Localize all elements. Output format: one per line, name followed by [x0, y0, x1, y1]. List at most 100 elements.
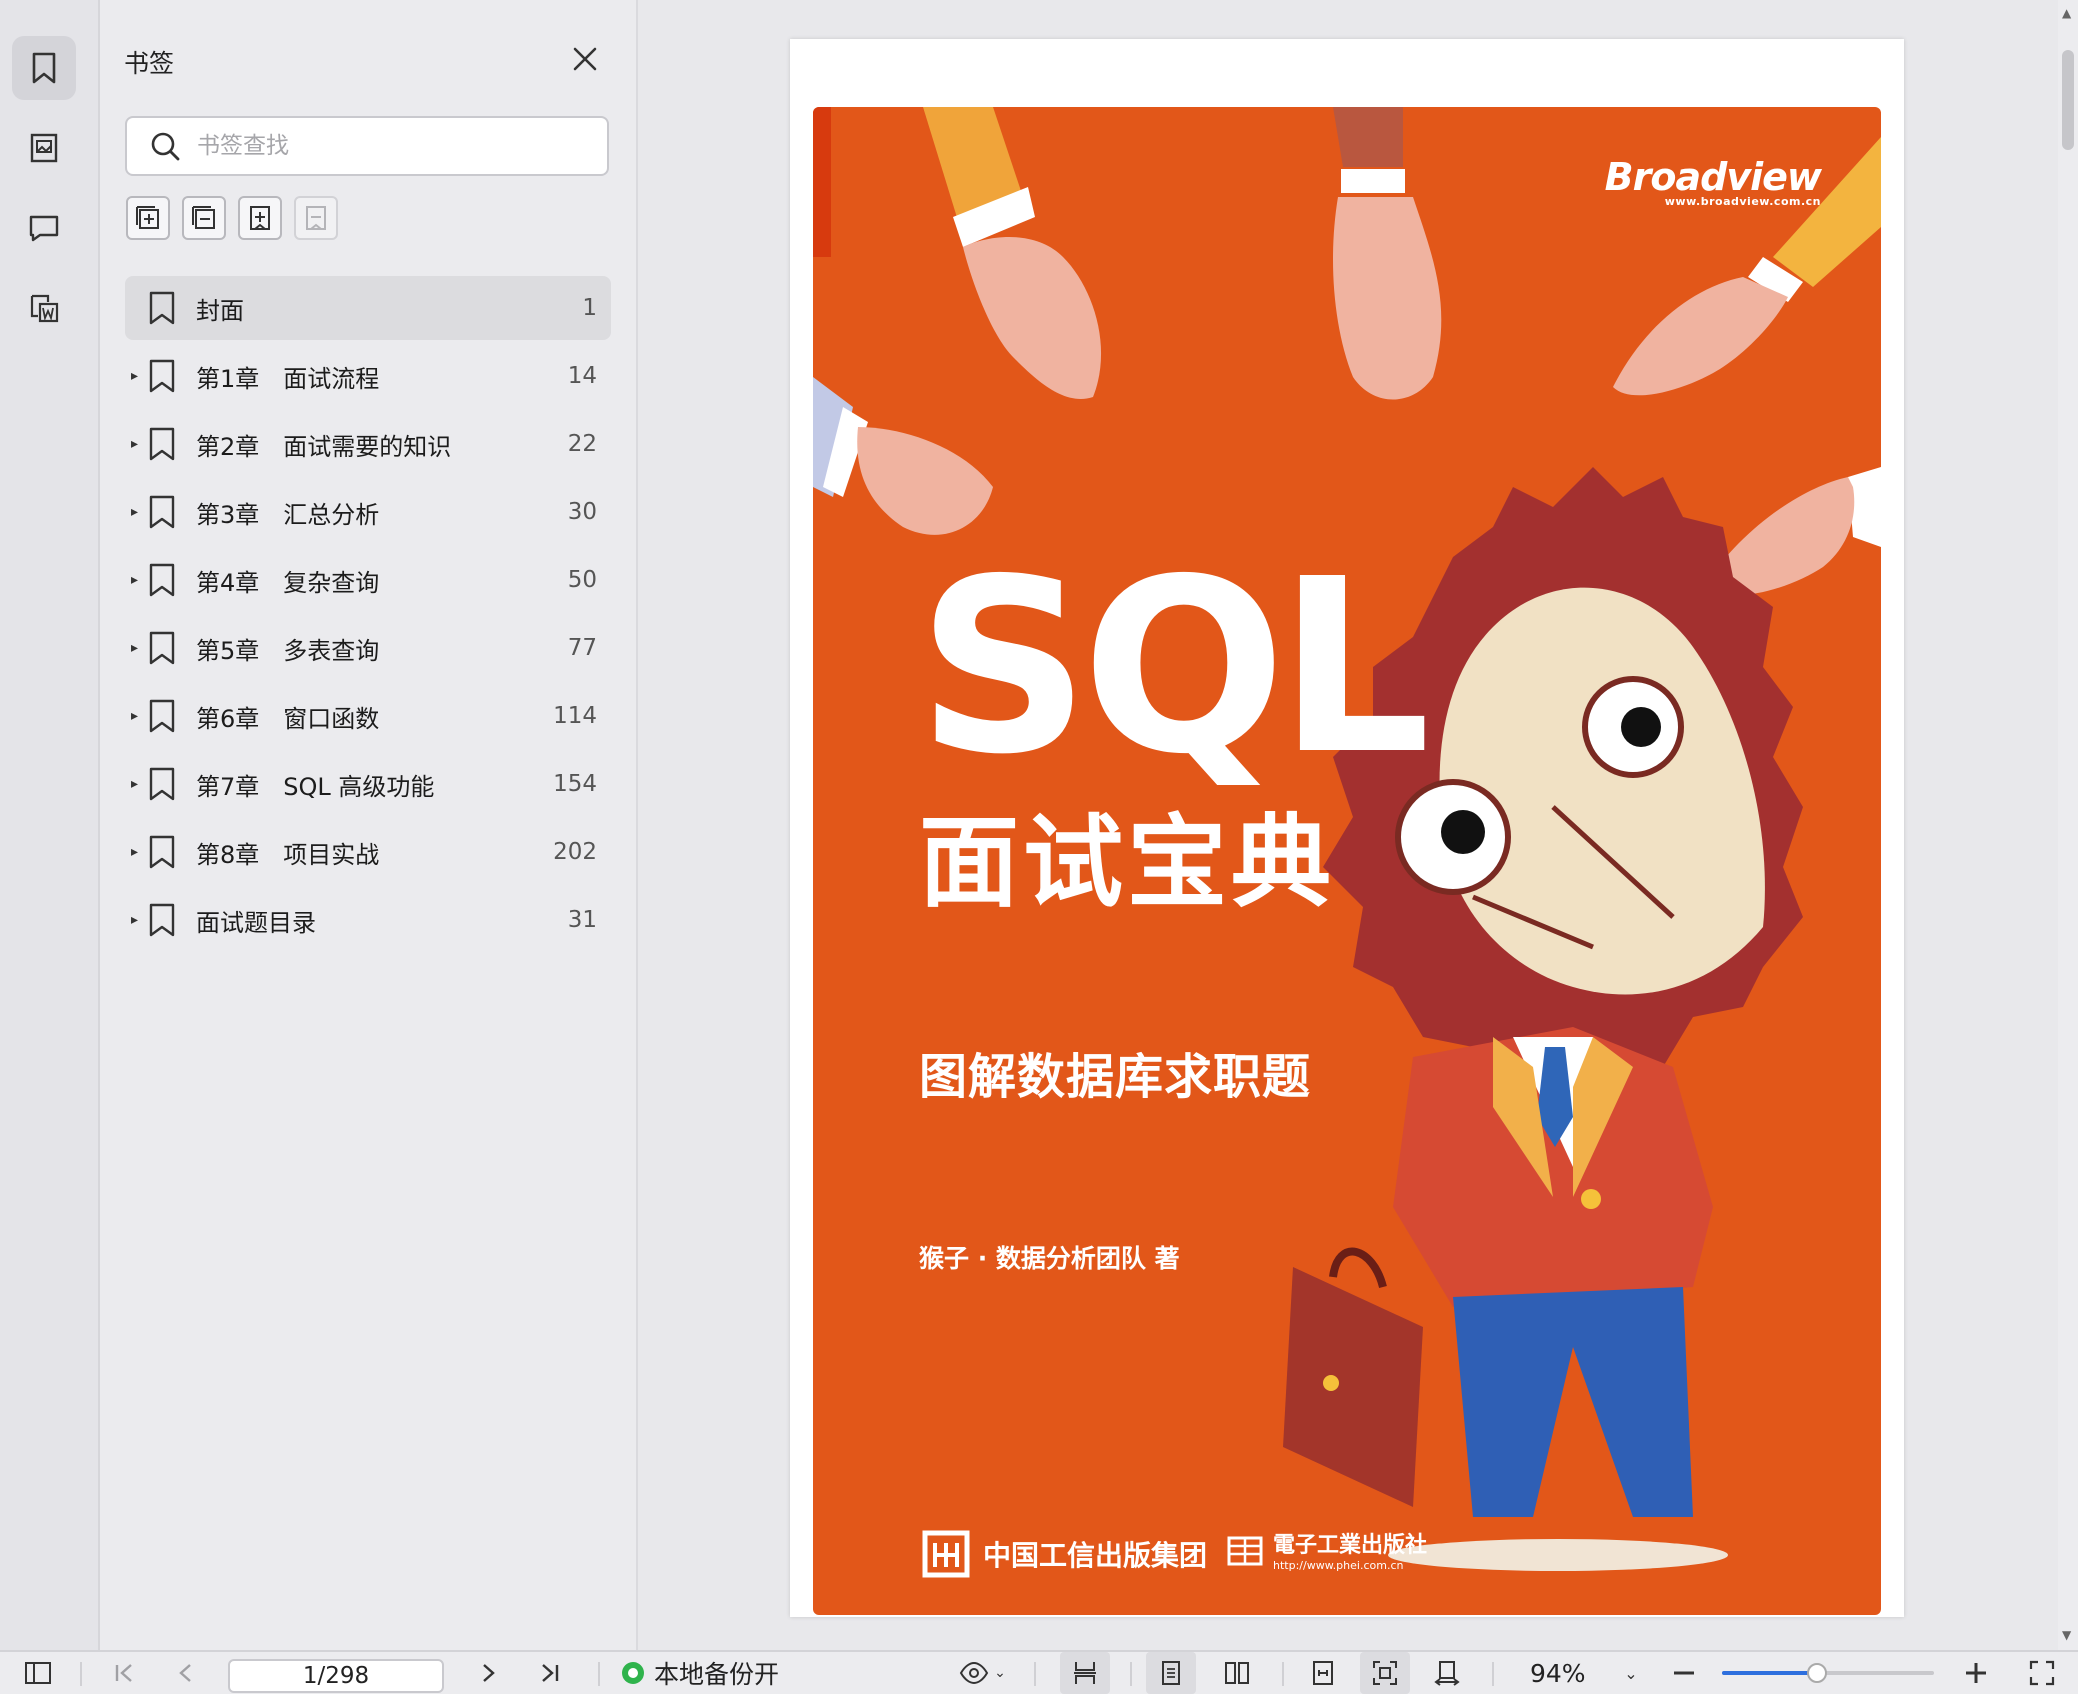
fit-page-button[interactable] — [1360, 1652, 1410, 1694]
fit-width-button[interactable] — [1298, 1652, 1348, 1694]
bookmark-item[interactable]: 封面 1 — [125, 276, 611, 340]
zoom-dropdown-button[interactable]: ⌄ — [1616, 1652, 1646, 1694]
expand-caret-icon[interactable]: ▸ — [131, 776, 143, 792]
bookmark-label: 第2章 面试需要的知识 — [196, 432, 452, 461]
convert-word-icon — [30, 294, 59, 323]
zoom-out-button[interactable] — [1666, 1652, 1702, 1694]
expand-caret-icon[interactable]: ▸ — [131, 504, 143, 520]
continuous-scroll-button[interactable] — [1060, 1652, 1110, 1694]
first-page-button[interactable] — [104, 1652, 144, 1694]
bookmark-page-number: 154 — [553, 771, 597, 797]
zoom-slider-knob[interactable] — [1807, 1663, 1828, 1683]
bookmark-item[interactable]: ▸ 第1章 面试流程 14 — [125, 344, 611, 408]
bookmark-page-number: 114 — [553, 703, 597, 729]
expand-caret-icon[interactable]: ▸ — [131, 844, 143, 860]
bookmark-icon — [149, 563, 175, 597]
rotate-page-button[interactable] — [1422, 1652, 1472, 1694]
expand-caret-icon[interactable]: ▸ — [131, 912, 143, 928]
rail-bookmarks-button[interactable] — [12, 36, 76, 100]
first-page-icon — [115, 1664, 132, 1682]
scroll-up-arrow-icon[interactable]: ▲ — [2062, 6, 2071, 20]
bookmark-icon — [149, 291, 175, 325]
comment-icon — [29, 215, 59, 242]
bookmark-item[interactable]: ▸ 第6章 窗口函数 114 — [125, 684, 611, 748]
rail-convert-button[interactable] — [12, 276, 76, 340]
bookmark-item[interactable]: ▸ 第7章 SQL 高级功能 154 — [125, 752, 611, 816]
expand-caret-icon[interactable]: ▸ — [131, 640, 143, 656]
bookmark-label: 第6章 窗口函数 — [196, 704, 380, 733]
zoom-in-button[interactable] — [1958, 1652, 1994, 1694]
zoom-slider-fill — [1722, 1671, 1818, 1675]
two-page-icon — [1225, 1662, 1249, 1684]
rail-thumbnails-button[interactable] — [12, 116, 76, 180]
cover-title-cn: 面试宝典 — [919, 804, 1335, 921]
bookmark-label: 第8章 项目实战 — [196, 840, 380, 869]
bookmark-icon — [149, 903, 175, 937]
close-icon[interactable] — [570, 44, 600, 74]
single-page-icon — [1162, 1661, 1180, 1685]
expand-caret-icon[interactable]: ▸ — [131, 368, 143, 384]
bookmark-label: 面试题目录 — [196, 908, 316, 937]
two-page-button[interactable] — [1212, 1652, 1262, 1694]
expand-caret-icon[interactable]: ▸ — [131, 708, 143, 724]
last-page-button[interactable] — [530, 1652, 570, 1694]
toggle-sidebar-button[interactable] — [18, 1652, 58, 1694]
divider — [80, 1662, 82, 1686]
scrollbar-thumb[interactable] — [2062, 50, 2074, 150]
rail-comments-button[interactable] — [12, 196, 76, 260]
bookmark-icon — [149, 835, 175, 869]
expand-all-button[interactable] — [126, 196, 170, 240]
add-bookmark-icon — [250, 206, 270, 230]
bookmark-page-number: 202 — [553, 839, 597, 865]
prev-page-button[interactable] — [166, 1652, 206, 1694]
divider — [1034, 1662, 1036, 1686]
fullscreen-icon — [2029, 1660, 2055, 1686]
bookmark-icon — [149, 699, 175, 733]
cover-subtitle: 图解数据库求职题 — [919, 1049, 1312, 1105]
eye-icon — [959, 1661, 989, 1685]
bookmark-item[interactable]: ▸ 第4章 复杂查询 50 — [125, 548, 611, 612]
minus-icon — [1674, 1671, 1694, 1675]
sidebar-toggle-icon — [25, 1662, 51, 1684]
single-page-button[interactable] — [1146, 1652, 1196, 1694]
bookmark-label: 第7章 SQL 高级功能 — [196, 772, 435, 801]
zoom-value[interactable]: 94% — [1530, 1652, 1586, 1694]
add-bookmark-button[interactable] — [238, 196, 282, 240]
publisher-group-icon — [922, 1530, 970, 1578]
bookmark-label: 第5章 多表查询 — [196, 636, 380, 665]
bookmark-page-number: 1 — [582, 295, 597, 321]
publisher-group-logo: 中国工信出版集团 — [919, 1527, 1207, 1581]
bookmark-item[interactable]: ▸ 第3章 汇总分析 30 — [125, 480, 611, 544]
zoom-slider[interactable] — [1722, 1663, 1934, 1683]
bookmark-list: 封面 1 ▸ 第1章 面试流程 14 ▸ 第2章 面试需要的知识 22 ▸ 第3章 汇总分析 30 ▸… — [125, 276, 611, 956]
vertical-scrollbar[interactable]: ▲ ▼ — [2058, 0, 2078, 1650]
bookmark-item[interactable]: ▸ 第5章 多表查询 77 — [125, 616, 611, 680]
book-cover: Broadview www.broadview.com.cn SQL 面试宝典 … — [813, 107, 1881, 1615]
fullscreen-button[interactable] — [2022, 1652, 2062, 1694]
fit-width-icon — [1313, 1661, 1333, 1685]
collapse-all-button[interactable] — [182, 196, 226, 240]
expand-caret-icon[interactable]: ▸ — [131, 572, 143, 588]
local-backup-toggle[interactable]: 本地备份开 — [622, 1652, 779, 1694]
expand-caret-icon[interactable]: ▸ — [131, 436, 143, 452]
search-icon — [151, 132, 180, 161]
eye-mode-dropdown[interactable]: ⌄ — [952, 1652, 1012, 1694]
page-number-input[interactable] — [228, 1659, 444, 1693]
bookmark-search-input[interactable] — [195, 132, 579, 160]
bookmark-page-number: 30 — [567, 499, 597, 525]
bookmark-item[interactable]: ▸ 第2章 面试需要的知识 22 — [125, 412, 611, 476]
bookmark-item[interactable]: ▸ 第8章 项目实战 202 — [125, 820, 611, 884]
status-bar: 本地备份开 ⌄ 94% ⌄ — [0, 1650, 2078, 1694]
next-page-button[interactable] — [468, 1652, 508, 1694]
hand-illustration — [813, 377, 993, 535]
bookmark-item[interactable]: ▸ 面试题目录 31 — [125, 888, 611, 952]
panel-title: 书签 — [124, 49, 175, 78]
delete-bookmark-button[interactable] — [294, 196, 338, 240]
publisher-house-logo: 電子工業出版社 http://www.phei.com.cn — [1225, 1527, 1427, 1572]
chevron-down-icon: ⌄ — [994, 1665, 1006, 1681]
scroll-down-arrow-icon[interactable]: ▼ — [2062, 1628, 2071, 1642]
divider — [1492, 1662, 1494, 1686]
divider — [598, 1662, 600, 1686]
broadview-logo: Broadview www.broadview.com.cn — [1604, 155, 1822, 208]
cover-author: 猴子 · 数据分析团队 著 — [919, 1244, 1180, 1273]
